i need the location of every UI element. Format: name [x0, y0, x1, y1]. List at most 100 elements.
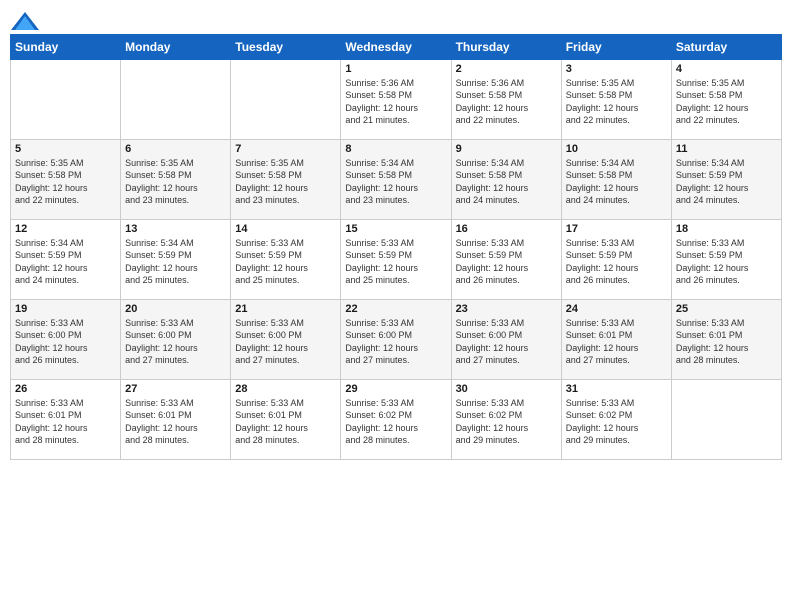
calendar-week-row: 19 Sunrise: 5:33 AM Sunset: 6:00 PM Dayli…: [11, 299, 782, 379]
day-number: 28: [235, 383, 336, 395]
calendar-cell: 5 Sunrise: 5:35 AM Sunset: 5:58 PM Daylig…: [11, 139, 121, 219]
day-number: 18: [676, 223, 777, 235]
calendar-cell: 28 Sunrise: 5:33 AM Sunset: 6:01 PM Dayli…: [231, 379, 341, 459]
weekday-header-row: SundayMondayTuesdayWednesdayThursdayFrid…: [11, 34, 782, 59]
day-info: Sunrise: 5:33 AM Sunset: 5:59 PM Dayligh…: [345, 237, 446, 287]
day-info: Sunrise: 5:35 AM Sunset: 5:58 PM Dayligh…: [566, 77, 667, 127]
day-info: Sunrise: 5:33 AM Sunset: 6:00 PM Dayligh…: [235, 317, 336, 367]
day-info: Sunrise: 5:33 AM Sunset: 5:59 PM Dayligh…: [456, 237, 557, 287]
day-info: Sunrise: 5:33 AM Sunset: 6:00 PM Dayligh…: [15, 317, 116, 367]
day-number: 23: [456, 303, 557, 315]
calendar-cell: 13Sunrise: 5:34 AM Sunset: 5:59 PM Dayli…: [121, 219, 231, 299]
calendar-cell: 7 Sunrise: 5:35 AM Sunset: 5:58 PM Daylig…: [231, 139, 341, 219]
calendar-cell: 20Sunrise: 5:33 AM Sunset: 6:00 PM Dayli…: [121, 299, 231, 379]
calendar-cell: 14 Sunrise: 5:33 AM Sunset: 5:59 PM Dayli…: [231, 219, 341, 299]
day-number: 29: [345, 383, 446, 395]
day-number: 17: [566, 223, 667, 235]
calendar-cell: 4 Sunrise: 5:35 AM Sunset: 5:58 PM Daylig…: [671, 59, 781, 139]
day-info: Sunrise: 5:33 AM Sunset: 6:00 PM Dayligh…: [125, 317, 226, 367]
day-info: Sunrise: 5:33 AM Sunset: 6:00 PM Dayligh…: [345, 317, 446, 367]
day-number: 19: [15, 303, 116, 315]
day-info: Sunrise: 5:33 AM Sunset: 6:02 PM Dayligh…: [345, 397, 446, 447]
day-number: 5: [15, 143, 116, 155]
calendar-cell: [671, 379, 781, 459]
day-number: 14: [235, 223, 336, 235]
calendar-cell: 15 Sunrise: 5:33 AM Sunset: 5:59 PM Dayli…: [341, 219, 451, 299]
day-number: 11: [676, 143, 777, 155]
weekday-header: Saturday: [671, 34, 781, 59]
calendar-cell: 23 Sunrise: 5:33 AM Sunset: 6:00 PM Dayli…: [451, 299, 561, 379]
calendar-cell: 31 Sunrise: 5:33 AM Sunset: 6:02 PM Dayli…: [561, 379, 671, 459]
day-info: Sunrise: 5:33 AM Sunset: 6:00 PM Dayligh…: [456, 317, 557, 367]
day-info: Sunrise: 5:33 AM Sunset: 5:59 PM Dayligh…: [676, 237, 777, 287]
calendar-cell: 22 Sunrise: 5:33 AM Sunset: 6:00 PM Dayli…: [341, 299, 451, 379]
calendar-cell: 26Sunrise: 5:33 AM Sunset: 6:01 PM Dayli…: [11, 379, 121, 459]
calendar-cell: 10Sunrise: 5:34 AM Sunset: 5:58 PM Dayli…: [561, 139, 671, 219]
day-info: Sunrise: 5:33 AM Sunset: 6:02 PM Dayligh…: [456, 397, 557, 447]
day-number: 2: [456, 63, 557, 75]
calendar-table: SundayMondayTuesdayWednesdayThursdayFrid…: [10, 34, 782, 460]
calendar-cell: 27 Sunrise: 5:33 AM Sunset: 6:01 PM Dayli…: [121, 379, 231, 459]
day-number: 27: [125, 383, 226, 395]
calendar-cell: [121, 59, 231, 139]
day-number: 9: [456, 143, 557, 155]
calendar-week-row: 26 Sunrise: 5:33 AM Sunset: 6:01 PM Dayli…: [11, 379, 782, 459]
calendar-cell: 2 Sunrise: 5:36 AM Sunset: 5:58 PM Daylig…: [451, 59, 561, 139]
calendar-cell: [11, 59, 121, 139]
day-number: 1: [345, 63, 446, 75]
day-number: 6: [125, 143, 226, 155]
day-info: Sunrise: 5:35 AM Sunset: 5:58 PM Dayligh…: [676, 77, 777, 127]
day-info: Sunrise: 5:34 AM Sunset: 5:59 PM Dayligh…: [676, 157, 777, 207]
logo-icon: [11, 12, 39, 30]
calendar-cell: 18 Sunrise: 5:33 AM Sunset: 5:59 PM Dayli…: [671, 219, 781, 299]
calendar-cell: 25 Sunrise: 5:33 AM Sunset: 6:01 PM Dayli…: [671, 299, 781, 379]
day-number: 25: [676, 303, 777, 315]
day-number: 24: [566, 303, 667, 315]
calendar-cell: 17 Sunrise: 5:33 AM Sunset: 5:59 PM Dayli…: [561, 219, 671, 299]
day-info: Sunrise: 5:33 AM Sunset: 6:01 PM Dayligh…: [235, 397, 336, 447]
day-number: 16: [456, 223, 557, 235]
day-number: 13: [125, 223, 226, 235]
day-info: Sunrise: 5:34 AM Sunset: 5:59 PM Dayligh…: [15, 237, 116, 287]
day-info: Sunrise: 5:33 AM Sunset: 5:59 PM Dayligh…: [235, 237, 336, 287]
day-info: Sunrise: 5:33 AM Sunset: 6:02 PM Dayligh…: [566, 397, 667, 447]
weekday-header: Monday: [121, 34, 231, 59]
day-info: Sunrise: 5:33 AM Sunset: 5:59 PM Dayligh…: [566, 237, 667, 287]
calendar-cell: 1 Sunrise: 5:36 AM Sunset: 5:58 PM Daylig…: [341, 59, 451, 139]
calendar-week-row: 5 Sunrise: 5:35 AM Sunset: 5:58 PM Daylig…: [11, 139, 782, 219]
day-info: Sunrise: 5:33 AM Sunset: 6:01 PM Dayligh…: [676, 317, 777, 367]
calendar-cell: 12 Sunrise: 5:34 AM Sunset: 5:59 PM Dayli…: [11, 219, 121, 299]
day-number: 22: [345, 303, 446, 315]
day-info: Sunrise: 5:35 AM Sunset: 5:58 PM Dayligh…: [125, 157, 226, 207]
day-number: 12: [15, 223, 116, 235]
weekday-header: Wednesday: [341, 34, 451, 59]
day-number: 3: [566, 63, 667, 75]
header: [10, 10, 782, 26]
day-number: 26: [15, 383, 116, 395]
calendar-cell: 3 Sunrise: 5:35 AM Sunset: 5:58 PM Daylig…: [561, 59, 671, 139]
logo: [10, 10, 39, 26]
day-info: Sunrise: 5:36 AM Sunset: 5:58 PM Dayligh…: [345, 77, 446, 127]
weekday-header: Sunday: [11, 34, 121, 59]
day-info: Sunrise: 5:34 AM Sunset: 5:58 PM Dayligh…: [456, 157, 557, 207]
day-number: 31: [566, 383, 667, 395]
weekday-header: Tuesday: [231, 34, 341, 59]
day-number: 15: [345, 223, 446, 235]
day-number: 7: [235, 143, 336, 155]
day-number: 4: [676, 63, 777, 75]
day-number: 30: [456, 383, 557, 395]
day-number: 21: [235, 303, 336, 315]
day-info: Sunrise: 5:34 AM Sunset: 5:58 PM Dayligh…: [345, 157, 446, 207]
day-info: Sunrise: 5:35 AM Sunset: 5:58 PM Dayligh…: [15, 157, 116, 207]
calendar-week-row: 1 Sunrise: 5:36 AM Sunset: 5:58 PM Daylig…: [11, 59, 782, 139]
calendar-cell: 24 Sunrise: 5:33 AM Sunset: 6:01 PM Dayli…: [561, 299, 671, 379]
calendar-cell: 21 Sunrise: 5:33 AM Sunset: 6:00 PM Dayli…: [231, 299, 341, 379]
day-info: Sunrise: 5:33 AM Sunset: 6:01 PM Dayligh…: [125, 397, 226, 447]
day-info: Sunrise: 5:35 AM Sunset: 5:58 PM Dayligh…: [235, 157, 336, 207]
day-info: Sunrise: 5:33 AM Sunset: 6:01 PM Dayligh…: [566, 317, 667, 367]
calendar-cell: 29 Sunrise: 5:33 AM Sunset: 6:02 PM Dayli…: [341, 379, 451, 459]
day-number: 8: [345, 143, 446, 155]
day-info: Sunrise: 5:36 AM Sunset: 5:58 PM Dayligh…: [456, 77, 557, 127]
calendar-cell: 8 Sunrise: 5:34 AM Sunset: 5:58 PM Daylig…: [341, 139, 451, 219]
weekday-header: Friday: [561, 34, 671, 59]
